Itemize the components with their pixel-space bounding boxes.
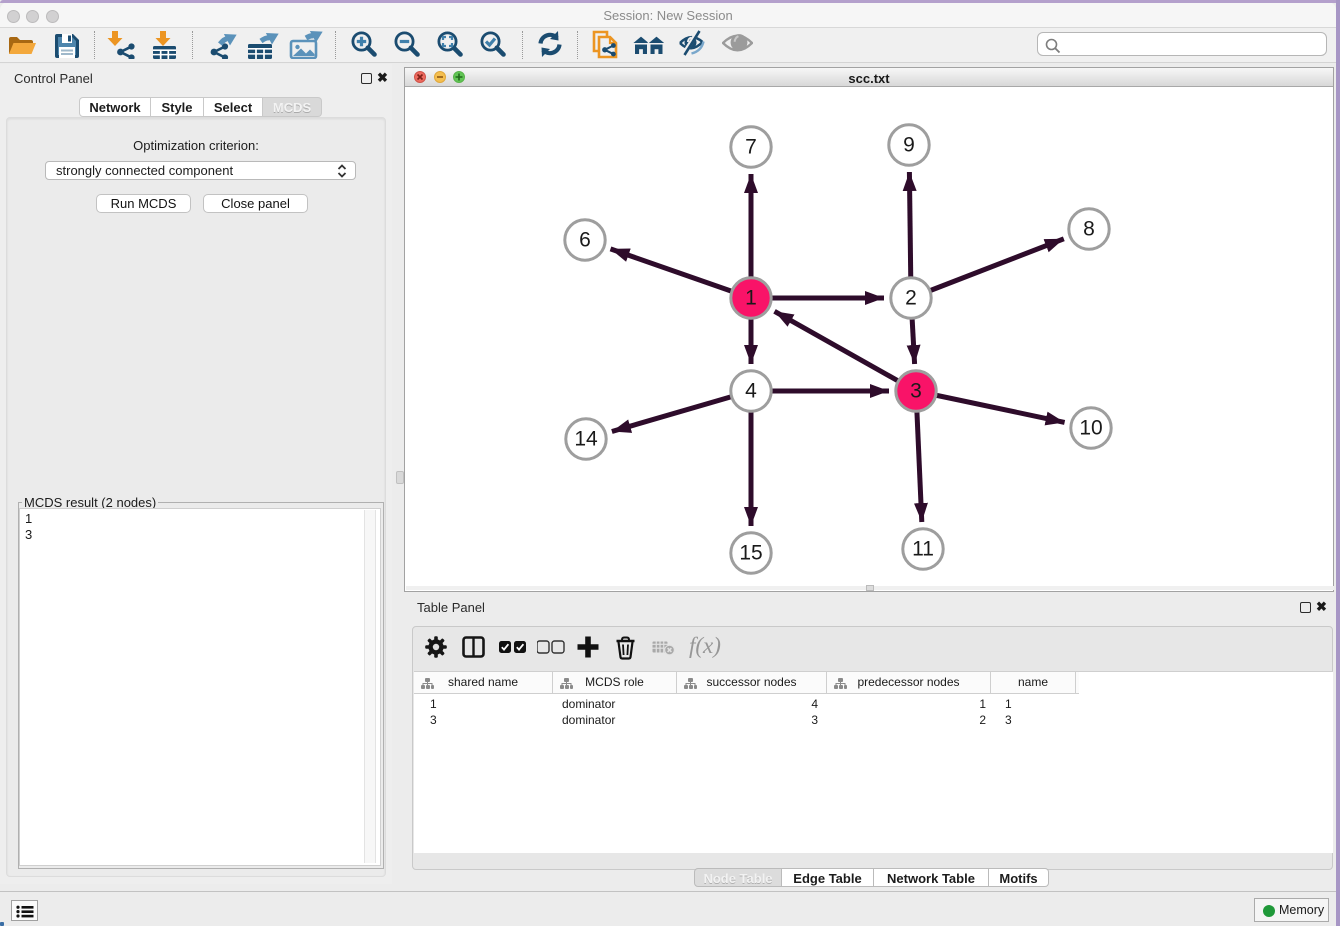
svg-text:10: 10 [1079,417,1102,440]
svg-text:7: 7 [745,136,757,159]
svg-text:8: 8 [1083,218,1095,241]
svg-text:11: 11 [912,538,934,561]
svg-text:1: 1 [745,287,757,310]
svg-text:4: 4 [745,380,757,403]
svg-text:6: 6 [579,229,591,252]
svg-text:2: 2 [905,287,917,310]
svg-text:3: 3 [910,380,922,403]
svg-text:14: 14 [574,428,598,451]
svg-text:9: 9 [903,134,915,157]
svg-text:15: 15 [739,542,762,565]
